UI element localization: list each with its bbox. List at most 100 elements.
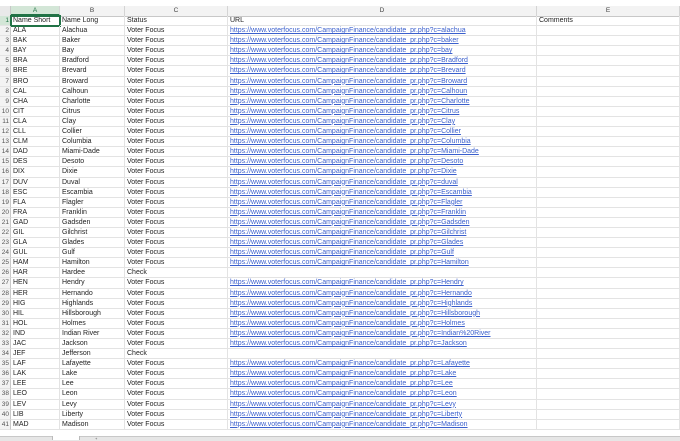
row-number[interactable]: 8 <box>0 86 11 97</box>
cell-name-long[interactable]: Highlands <box>60 298 125 309</box>
cell-url[interactable]: https://www.voterfocus.com/CampaignFinan… <box>228 147 537 158</box>
cell-comments[interactable] <box>537 268 680 279</box>
cell-url[interactable]: https://www.voterfocus.com/CampaignFinan… <box>228 248 537 259</box>
row-number[interactable]: 3 <box>0 36 11 47</box>
cell-comments[interactable] <box>537 207 680 218</box>
cell-url[interactable]: https://www.voterfocus.com/CampaignFinan… <box>228 298 537 309</box>
cell-comments[interactable] <box>537 419 680 430</box>
row-number[interactable]: 13 <box>0 137 11 148</box>
cell-status[interactable]: Voter Focus <box>125 96 228 107</box>
cell-comments[interactable] <box>537 167 680 178</box>
cell-name-long[interactable]: Glades <box>60 238 125 249</box>
column-header-c[interactable]: C <box>125 6 228 16</box>
row-number[interactable]: 40 <box>0 409 11 420</box>
cell-url[interactable]: https://www.voterfocus.com/CampaignFinan… <box>228 359 537 370</box>
cell-url[interactable]: https://www.voterfocus.com/CampaignFinan… <box>228 36 537 47</box>
select-all-corner[interactable] <box>0 6 11 16</box>
cell-status[interactable]: Voter Focus <box>125 147 228 158</box>
cell-name-short[interactable]: MAD <box>11 419 60 430</box>
row-number[interactable]: 2 <box>0 26 11 37</box>
cell-comments[interactable] <box>537 106 680 117</box>
cell-name-short[interactable]: LAF <box>11 359 60 370</box>
cell-name-short[interactable]: GIL <box>11 227 60 239</box>
cell-name-short[interactable]: GUL <box>11 248 60 259</box>
row-number[interactable]: 31 <box>0 318 11 329</box>
cell-comments[interactable] <box>537 248 680 259</box>
row-number[interactable]: 20 <box>0 207 11 218</box>
cell-name-short[interactable]: GAD <box>11 217 60 228</box>
cell-name-short[interactable]: BRO <box>11 76 60 87</box>
cell-url[interactable]: https://www.voterfocus.com/CampaignFinan… <box>228 419 537 430</box>
header-cell-status[interactable]: Status <box>125 16 228 27</box>
cell-url[interactable]: https://www.voterfocus.com/CampaignFinan… <box>228 26 537 37</box>
cell-comments[interactable] <box>537 86 680 97</box>
column-header-e[interactable]: E <box>537 6 680 16</box>
cell-name-long[interactable]: Madison <box>60 419 125 430</box>
cell-name-long[interactable]: Charlotte <box>60 96 125 107</box>
row-number[interactable]: 28 <box>0 288 11 299</box>
cell-name-short[interactable]: BRA <box>11 56 60 67</box>
cell-comments[interactable] <box>537 96 680 107</box>
cell-name-long[interactable]: Bradford <box>60 56 125 67</box>
cell-name-long[interactable]: Jefferson <box>60 349 125 360</box>
column-header-d[interactable]: D <box>228 6 537 16</box>
row-number[interactable]: 35 <box>0 359 11 370</box>
cell-name-long[interactable]: Calhoun <box>60 86 125 97</box>
cell-status[interactable]: Voter Focus <box>125 157 228 168</box>
cell-status[interactable]: Voter Focus <box>125 379 228 390</box>
cell-name-long[interactable]: Hamilton <box>60 258 125 269</box>
cell-name-long[interactable]: Clay <box>60 116 125 128</box>
row-number[interactable]: 24 <box>0 248 11 259</box>
row-number[interactable]: 27 <box>0 278 11 289</box>
cell-status[interactable]: Voter Focus <box>125 56 228 67</box>
cell-name-long[interactable]: Collier <box>60 127 125 138</box>
cell-status[interactable]: Voter Focus <box>125 318 228 329</box>
cell-comments[interactable] <box>537 318 680 329</box>
cell-name-short[interactable]: ALA <box>11 26 60 37</box>
column-header-b[interactable]: B <box>60 6 125 16</box>
cell-name-short[interactable]: GLA <box>11 238 60 249</box>
cell-comments[interactable] <box>537 26 680 37</box>
cell-url[interactable]: https://www.voterfocus.com/CampaignFinan… <box>228 238 537 249</box>
cell-url[interactable]: https://www.voterfocus.com/CampaignFinan… <box>228 227 537 239</box>
cell-comments[interactable] <box>537 258 680 269</box>
cell-url[interactable]: https://www.voterfocus.com/CampaignFinan… <box>228 86 537 97</box>
cell-status[interactable]: Voter Focus <box>125 227 228 239</box>
cell-comments[interactable] <box>537 217 680 228</box>
cell-status[interactable]: Voter Focus <box>125 187 228 198</box>
cell-name-short[interactable]: CHA <box>11 96 60 107</box>
cell-status[interactable]: Voter Focus <box>125 298 228 309</box>
cell-status[interactable]: Voter Focus <box>125 127 228 138</box>
cell-status[interactable]: Voter Focus <box>125 389 228 400</box>
cell-comments[interactable] <box>537 227 680 239</box>
cell-comments[interactable] <box>537 339 680 350</box>
cell-url[interactable] <box>228 268 537 279</box>
row-number[interactable]: 26 <box>0 268 11 279</box>
row-number[interactable]: 14 <box>0 147 11 158</box>
cell-comments[interactable] <box>537 177 680 188</box>
cell-name-short[interactable]: CLM <box>11 137 60 148</box>
cell-name-long[interactable]: Baker <box>60 36 125 47</box>
row-number[interactable]: 32 <box>0 328 11 339</box>
cell-url[interactable]: https://www.voterfocus.com/CampaignFinan… <box>228 399 537 410</box>
cell-name-long[interactable]: Broward <box>60 76 125 87</box>
row-number[interactable]: 5 <box>0 56 11 67</box>
cell-name-short[interactable]: FRA <box>11 207 60 218</box>
cell-name-long[interactable]: Liberty <box>60 409 125 420</box>
cell-name-short[interactable]: JAC <box>11 339 60 350</box>
row-number[interactable]: 25 <box>0 258 11 269</box>
cell-comments[interactable] <box>537 409 680 420</box>
row-number[interactable]: 7 <box>0 76 11 87</box>
cell-name-long[interactable]: Jackson <box>60 339 125 350</box>
cell-name-long[interactable]: Columbia <box>60 137 125 148</box>
cell-url[interactable]: https://www.voterfocus.com/CampaignFinan… <box>228 318 537 329</box>
cell-comments[interactable] <box>537 187 680 198</box>
cell-status[interactable]: Voter Focus <box>125 248 228 259</box>
cell-name-short[interactable]: LEV <box>11 399 60 410</box>
cell-url[interactable]: https://www.voterfocus.com/CampaignFinan… <box>228 369 537 380</box>
cell-status[interactable]: Voter Focus <box>125 86 228 97</box>
cell-status[interactable]: Voter Focus <box>125 409 228 420</box>
cell-name-short[interactable]: LEE <box>11 379 60 390</box>
row-number[interactable]: 16 <box>0 167 11 178</box>
cell-comments[interactable] <box>537 116 680 128</box>
